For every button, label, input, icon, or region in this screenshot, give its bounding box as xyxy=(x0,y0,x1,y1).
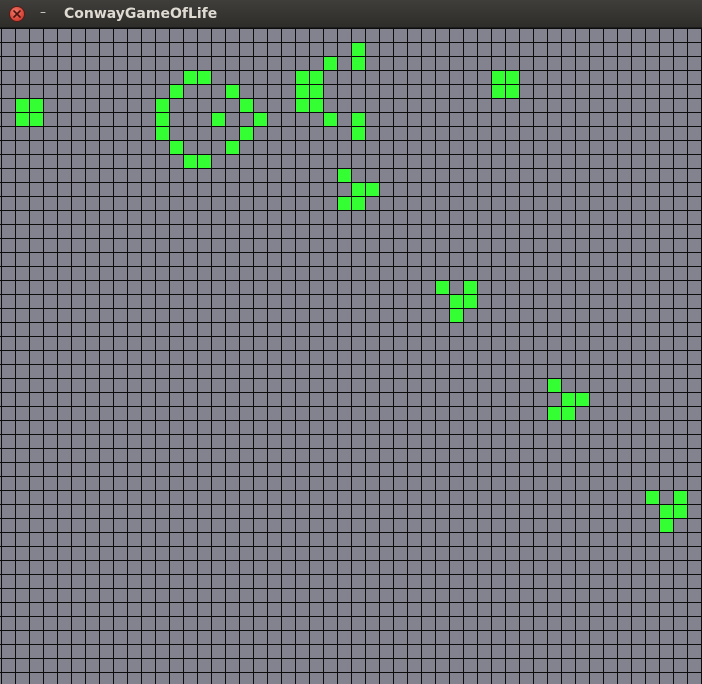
live-cell[interactable] xyxy=(197,70,211,84)
live-cell[interactable] xyxy=(435,280,449,294)
live-cell[interactable] xyxy=(673,504,687,518)
live-cell[interactable] xyxy=(29,98,43,112)
live-cell[interactable] xyxy=(239,98,253,112)
live-cell[interactable] xyxy=(29,112,43,126)
minimize-icon: – xyxy=(40,5,46,19)
live-cell[interactable] xyxy=(351,126,365,140)
grid-lines xyxy=(0,28,702,684)
live-cell[interactable] xyxy=(449,308,463,322)
live-cell[interactable] xyxy=(225,84,239,98)
live-cell[interactable] xyxy=(309,84,323,98)
live-cell[interactable] xyxy=(169,140,183,154)
live-cell[interactable] xyxy=(575,392,589,406)
live-cell[interactable] xyxy=(351,182,365,196)
live-cell[interactable] xyxy=(351,56,365,70)
live-cell[interactable] xyxy=(155,126,169,140)
live-cell[interactable] xyxy=(225,140,239,154)
live-cell[interactable] xyxy=(309,70,323,84)
live-cell[interactable] xyxy=(463,294,477,308)
close-icon xyxy=(13,10,21,18)
live-cell[interactable] xyxy=(659,504,673,518)
live-cell[interactable] xyxy=(463,280,477,294)
live-cell[interactable] xyxy=(505,84,519,98)
live-cell[interactable] xyxy=(323,56,337,70)
live-cell[interactable] xyxy=(491,84,505,98)
live-cell[interactable] xyxy=(337,196,351,210)
close-button[interactable] xyxy=(10,7,24,21)
live-cell[interactable] xyxy=(561,406,575,420)
live-cell[interactable] xyxy=(169,84,183,98)
live-cell[interactable] xyxy=(505,70,519,84)
live-cell[interactable] xyxy=(323,112,337,126)
live-cell[interactable] xyxy=(155,112,169,126)
live-cell[interactable] xyxy=(491,70,505,84)
live-cell[interactable] xyxy=(659,518,673,532)
live-cell[interactable] xyxy=(155,98,169,112)
live-cell[interactable] xyxy=(197,154,211,168)
live-cell[interactable] xyxy=(183,154,197,168)
live-cell[interactable] xyxy=(645,490,659,504)
live-cell[interactable] xyxy=(449,294,463,308)
live-cell[interactable] xyxy=(15,98,29,112)
live-cell[interactable] xyxy=(365,182,379,196)
live-cell[interactable] xyxy=(239,126,253,140)
live-cell[interactable] xyxy=(295,98,309,112)
live-cell[interactable] xyxy=(351,112,365,126)
live-cell[interactable] xyxy=(183,70,197,84)
live-cell[interactable] xyxy=(253,112,267,126)
live-cell[interactable] xyxy=(547,406,561,420)
game-board[interactable] xyxy=(0,28,702,684)
live-cell[interactable] xyxy=(295,84,309,98)
live-cell[interactable] xyxy=(673,490,687,504)
cell-grid[interactable] xyxy=(0,28,702,684)
live-cell[interactable] xyxy=(309,98,323,112)
minimize-button[interactable]: – xyxy=(36,6,50,20)
window-title: ConwayGameOfLife xyxy=(64,6,218,22)
live-cell[interactable] xyxy=(547,378,561,392)
live-cell[interactable] xyxy=(561,392,575,406)
live-cell[interactable] xyxy=(337,168,351,182)
live-cell[interactable] xyxy=(351,42,365,56)
live-cell[interactable] xyxy=(211,112,225,126)
live-cell[interactable] xyxy=(295,70,309,84)
live-cell[interactable] xyxy=(15,112,29,126)
live-cell[interactable] xyxy=(351,196,365,210)
title-bar[interactable]: – ConwayGameOfLife xyxy=(0,0,702,28)
